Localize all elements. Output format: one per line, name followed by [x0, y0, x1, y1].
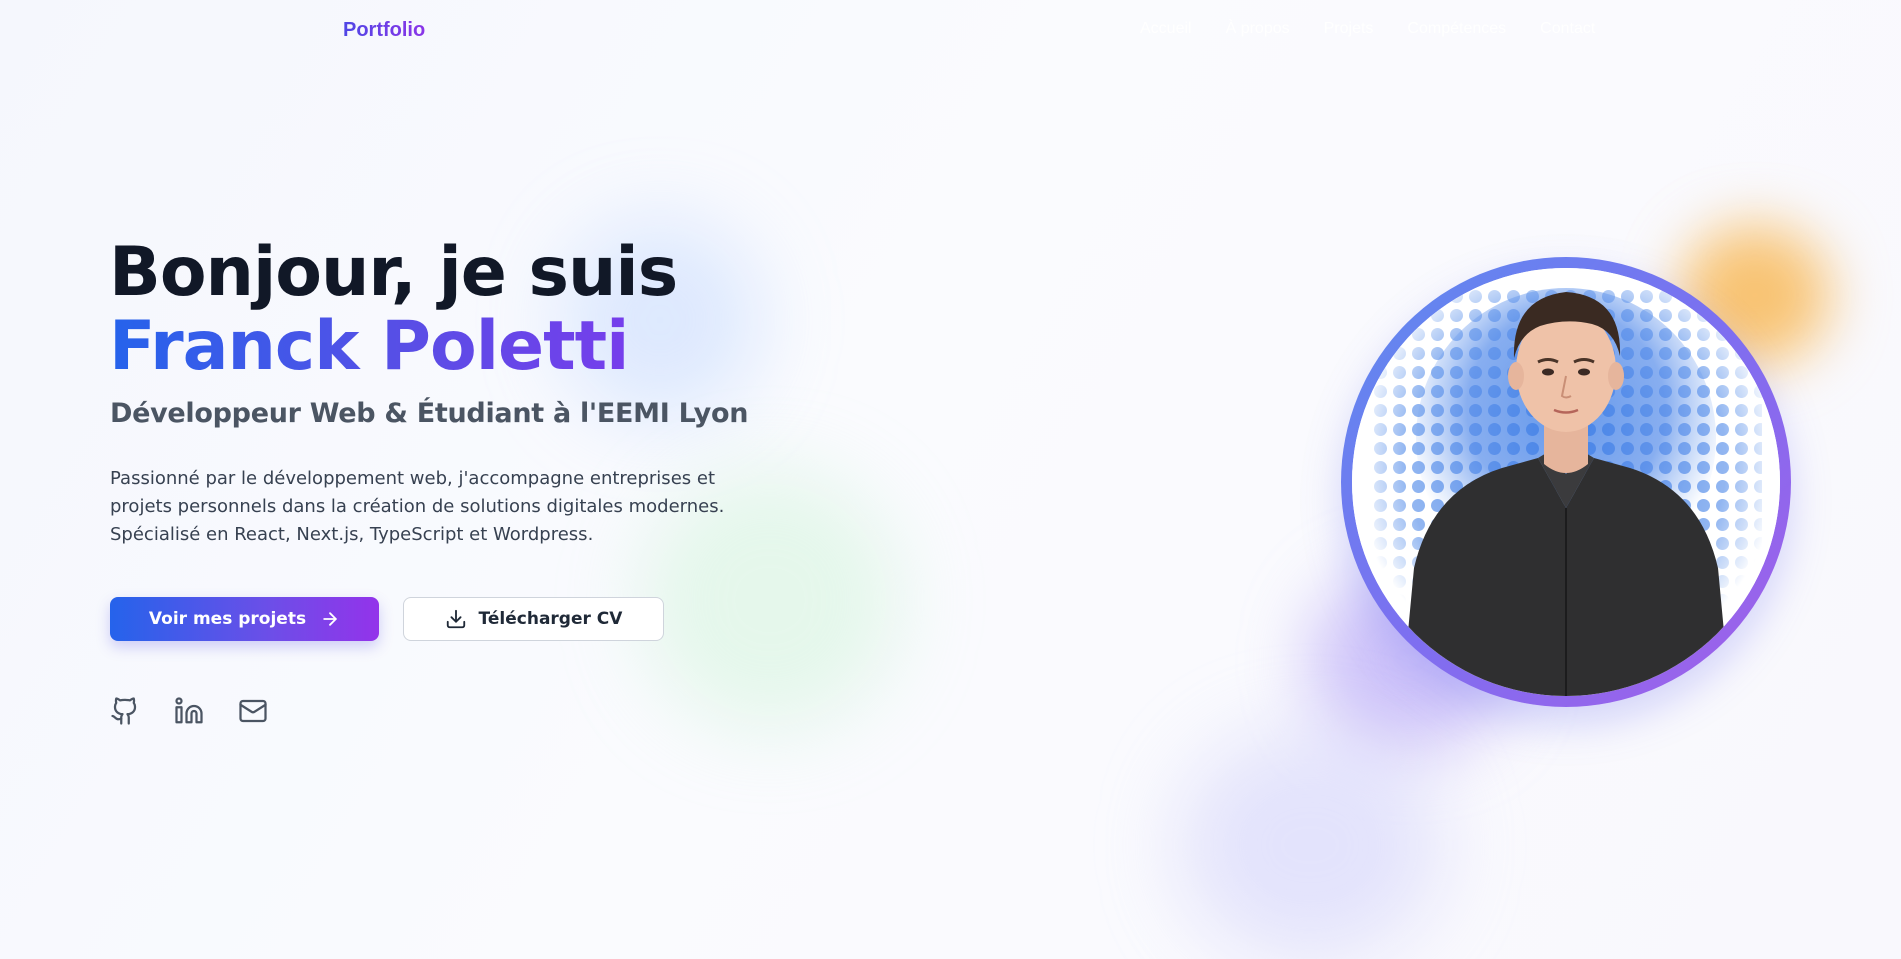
- view-projects-label: Voir mes projets: [148, 609, 307, 629]
- hero-description: Passionné par le développement web, j'ac…: [110, 468, 725, 545]
- social-links: [110, 697, 268, 729]
- github-icon: [110, 696, 140, 730]
- download-cv-label: Télécharger CV: [478, 609, 623, 629]
- decorative-blob-indigo: [1180, 730, 1440, 959]
- linkedin-icon: [174, 696, 204, 730]
- github-link[interactable]: [110, 697, 140, 729]
- arrow-right-icon: [320, 609, 340, 629]
- nav-link-about[interactable]: À propos: [1226, 20, 1290, 38]
- hero-heading: Bonjour, je suis Franck Poletti: [109, 233, 678, 384]
- hero-subtitle: Développeur Web & Étudiant à l'EEMI Lyon: [110, 398, 749, 429]
- hero-name: Franck Poletti: [109, 310, 677, 384]
- mail-icon: [238, 696, 268, 730]
- nav-link-skills[interactable]: Compétences: [1407, 20, 1506, 38]
- email-link[interactable]: [238, 697, 268, 729]
- download-cv-button[interactable]: Télécharger CV: [403, 597, 664, 641]
- top-navbar: Portfolio Accueil À propos Projets Compé…: [0, 0, 1901, 64]
- page: Portfolio Accueil À propos Projets Compé…: [0, 0, 1901, 959]
- linkedin-link[interactable]: [174, 697, 204, 729]
- site-logo[interactable]: Portfolio: [343, 19, 425, 42]
- nav-link-home[interactable]: Accueil: [1140, 20, 1192, 38]
- nav-link-projects[interactable]: Projets: [1324, 20, 1374, 38]
- nav-links: Accueil À propos Projets Compétences Con…: [1140, 20, 1595, 38]
- hero-greeting: Bonjour, je suis: [109, 233, 678, 312]
- view-projects-button[interactable]: Voir mes projets: [110, 597, 379, 641]
- nav-link-contact[interactable]: Contact: [1540, 20, 1595, 38]
- profile-photo: [1352, 268, 1780, 696]
- download-icon: [445, 608, 467, 630]
- profile-photo-frame: [1341, 257, 1791, 707]
